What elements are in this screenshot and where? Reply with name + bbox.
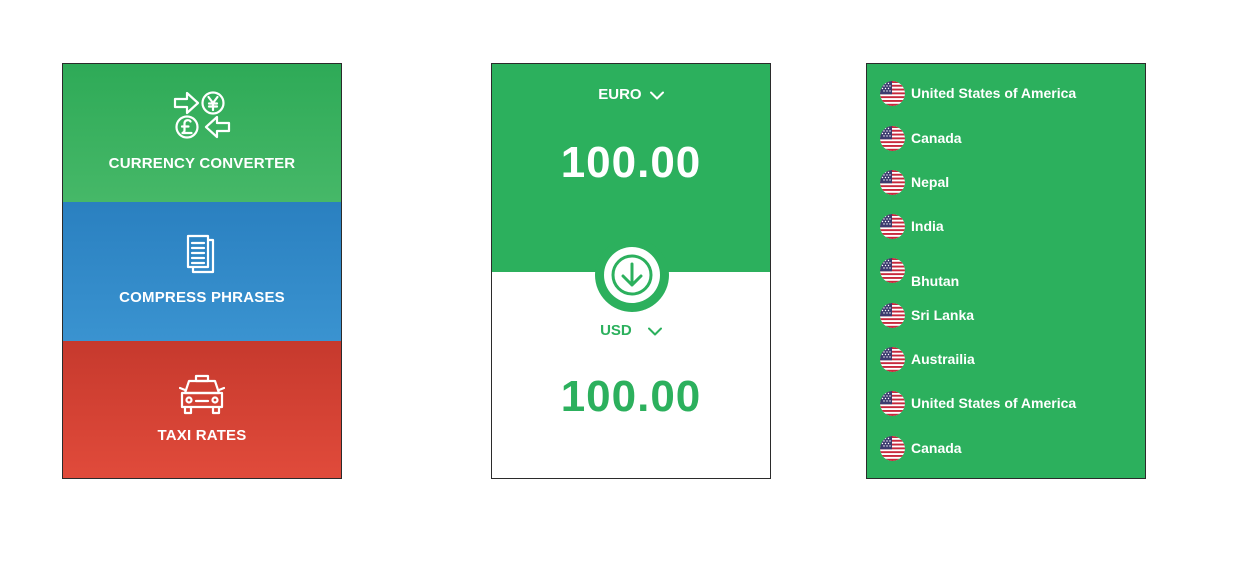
country-name: Austrailia (911, 351, 975, 367)
country-list-panel: United States of America Canada Nepal In… (866, 63, 1146, 479)
converter-panel: EURO 100.00 USD 100.00 (491, 63, 771, 479)
us-flag-icon (880, 436, 905, 461)
taxi-icon (178, 374, 226, 421)
country-item-canada[interactable]: Canada (880, 435, 962, 461)
country-name: United States of America (911, 85, 1077, 101)
convert-down-button[interactable] (595, 238, 669, 312)
country-name: Bhutan (911, 273, 960, 289)
currency-converter-label: CURRENCY CONVERTER (108, 155, 296, 172)
country-item-bhutan[interactable]: Bhutan (880, 258, 959, 294)
document-icon (185, 234, 219, 279)
us-flag-icon (880, 303, 905, 328)
currency-converter-tile[interactable]: CURRENCY CONVERTER (63, 64, 341, 202)
us-flag-icon (880, 81, 905, 106)
country-item-nepal[interactable]: Nepal (880, 169, 949, 195)
from-amount-value[interactable]: 100.00 (492, 138, 770, 188)
to-currency-label: USD (600, 322, 632, 339)
chevron-down-icon (649, 87, 664, 104)
compress-phrases-label: COMPRESS PHRASES (119, 289, 285, 306)
us-flag-icon (880, 258, 905, 283)
us-flag-icon (880, 126, 905, 151)
compress-phrases-tile[interactable]: COMPRESS PHRASES (63, 202, 341, 341)
country-name: Sri Lanka (911, 307, 975, 323)
to-currency-select[interactable]: USD (492, 322, 770, 340)
us-flag-icon (880, 214, 905, 239)
country-item-sri-lanka[interactable]: Sri Lanka (880, 302, 974, 328)
us-flag-icon (880, 170, 905, 195)
country-name: United States of America (911, 395, 1077, 411)
country-name: Nepal (911, 174, 950, 190)
taxi-rates-tile[interactable]: TAXI RATES (63, 341, 341, 478)
country-item-austrailia[interactable]: Austrailia (880, 346, 975, 372)
us-flag-icon (880, 347, 905, 372)
country-name: Canada (911, 130, 962, 146)
from-currency-label: EURO (598, 86, 642, 103)
currency-exchange-icon (173, 90, 231, 147)
country-item-canada[interactable]: Canada (880, 125, 962, 151)
main-menu-panel: CURRENCY CONVERTER COMPRESS PHRASES TAXI… (62, 63, 342, 479)
country-item-united-states-of-america[interactable]: United States of America (880, 390, 1076, 416)
country-name: India (911, 218, 944, 234)
us-flag-icon (880, 391, 905, 416)
taxi-rates-label: TAXI RATES (157, 427, 247, 444)
country-item-united-states-of-america[interactable]: United States of America (880, 80, 1076, 106)
country-name: Canada (911, 440, 962, 456)
country-item-india[interactable]: India (880, 213, 944, 239)
to-amount-value: 100.00 (560, 372, 702, 421)
chevron-down-icon (647, 323, 662, 340)
from-currency-select[interactable]: EURO (492, 86, 770, 104)
